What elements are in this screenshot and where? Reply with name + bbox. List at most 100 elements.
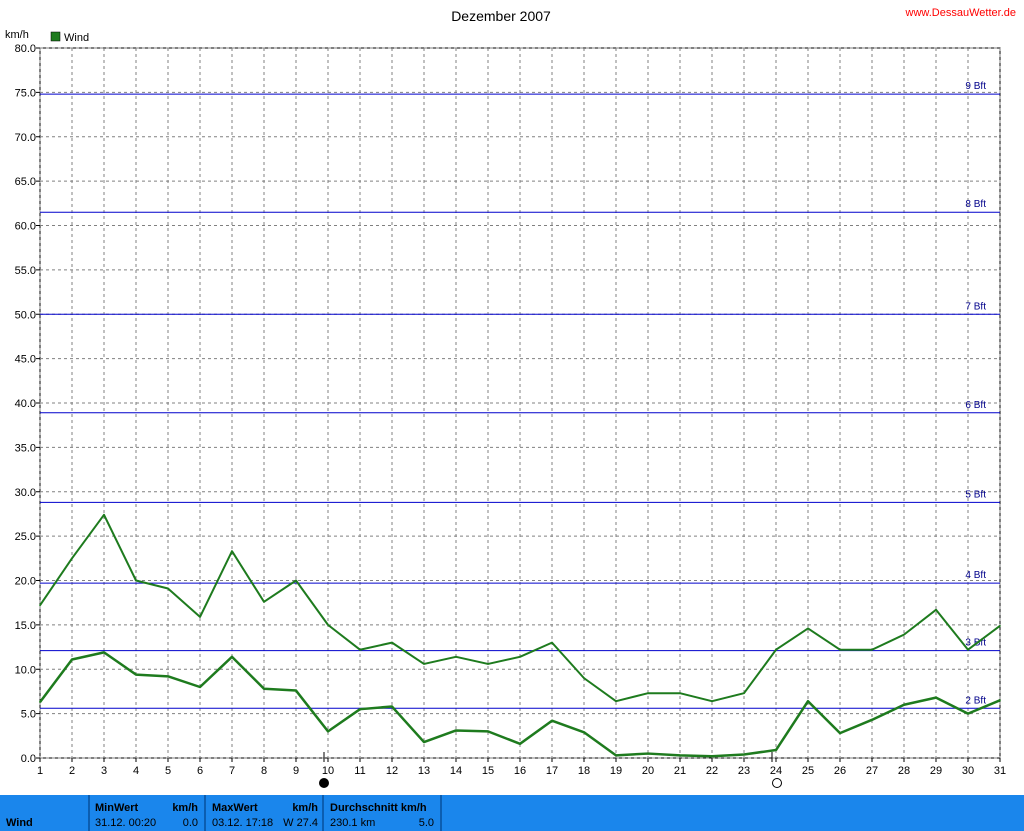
x-tick-label: 21: [674, 765, 686, 777]
data-point: [71, 557, 73, 560]
beaufort-label: 6 Bft: [965, 400, 986, 411]
data-point: [391, 705, 393, 708]
y-tick-label: 65.0: [15, 176, 36, 188]
data-point: [519, 656, 521, 658]
footer-label-cell: Wind: [0, 795, 88, 831]
data-point: [71, 658, 73, 661]
source-link[interactable]: www.DessauWetter.de: [905, 7, 1016, 19]
data-point: [935, 608, 937, 611]
x-tick-label: 3: [101, 765, 107, 777]
y-tick-label: 40.0: [15, 398, 36, 410]
data-point: [551, 719, 553, 722]
max-cell: MaxWert km/h 03.12. 17:18 W 27.4: [206, 795, 322, 831]
data-point: [455, 656, 457, 658]
data-point: [327, 624, 329, 626]
beaufort-label: 7 Bft: [965, 301, 986, 312]
min-time: 31.12. 00:20: [95, 817, 157, 829]
stats-footer: Wind MinWert km/h 31.12. 00:20 0.0 MaxWe…: [0, 795, 1024, 831]
data-point: [679, 754, 681, 757]
data-point: [103, 514, 105, 516]
min-cell: MinWert km/h 31.12. 00:20 0.0: [90, 795, 204, 831]
data-point: [999, 624, 1001, 627]
x-tick-label: 8: [261, 765, 267, 777]
data-point: [295, 689, 297, 692]
data-point: [775, 749, 777, 751]
x-tick-label: 22: [706, 765, 718, 777]
data-point: [263, 601, 265, 603]
x-tick-label: 1: [37, 765, 43, 777]
data-point: [391, 641, 393, 644]
avg-value: 5.0: [418, 817, 434, 829]
data-point: [423, 663, 425, 665]
data-point: [935, 696, 937, 699]
legend-swatch: [50, 31, 61, 42]
data-point: [711, 755, 713, 758]
data-point: [615, 754, 617, 757]
footer-separator: [440, 795, 442, 831]
data-point: [519, 743, 521, 745]
y-tick-label: 35.0: [15, 442, 36, 454]
data-point: [103, 651, 105, 654]
chart-title: Dezember 2007: [451, 8, 551, 24]
data-point: [711, 700, 713, 702]
data-point: [967, 712, 969, 715]
x-tick-label: 4: [133, 765, 139, 777]
x-tick-label: 2: [69, 765, 75, 777]
x-tick-label: 9: [293, 765, 299, 777]
data-point: [231, 550, 233, 553]
y-tick-label: 55.0: [15, 265, 36, 277]
data-point: [647, 752, 649, 755]
x-tick-label: 5: [165, 765, 171, 777]
x-tick-label: 16: [514, 765, 526, 777]
data-point: [231, 656, 233, 658]
data-point: [583, 731, 585, 734]
beaufort-label: 2 Bft: [965, 695, 986, 706]
x-tick-label: 28: [898, 765, 910, 777]
footer-series-label: Wind: [6, 817, 33, 829]
data-point: [423, 741, 425, 743]
data-point: [487, 730, 489, 733]
data-point: [263, 687, 265, 690]
data-point: [743, 692, 745, 695]
wind-chart: Dezember 2007 www.DessauWetter.de km/h W…: [5, 7, 1016, 788]
y-tick-label: 5.0: [21, 709, 36, 721]
y-tick-label: 45.0: [15, 354, 36, 366]
min-unit: km/h: [172, 802, 198, 814]
data-point: [807, 700, 809, 702]
max-value: W 27.4: [283, 817, 318, 829]
x-tick-label: 11: [354, 765, 365, 777]
x-tick-label: 10: [322, 765, 334, 777]
data-point: [327, 730, 329, 733]
x-tick-label: 15: [482, 765, 494, 777]
min-header: MinWert: [95, 802, 139, 814]
beaufort-label: 5 Bft: [965, 489, 986, 500]
data-point: [775, 648, 777, 651]
y-axis: 0.0 5.0 10.0 15.0 20.0 25.0 30.0 35.0 40.0 45.0 50…: [15, 43, 40, 765]
x-tick-label: 18: [578, 765, 590, 777]
y-tick-label: 70.0: [15, 132, 36, 144]
new-moon-icon: [319, 778, 329, 788]
x-tick-label: 13: [418, 765, 430, 777]
y-tick-label: 75.0: [15, 87, 36, 99]
x-tick-label: 24: [770, 765, 782, 777]
data-point: [999, 699, 1001, 702]
y-tick-label: 20.0: [15, 576, 36, 588]
data-point: [167, 675, 169, 678]
y-tick-label: 50.0: [15, 309, 36, 321]
data-point: [551, 641, 553, 644]
x-tick-label: 29: [930, 765, 942, 777]
y-tick-label: 0.0: [21, 753, 36, 765]
data-point: [359, 648, 361, 651]
data-point: [135, 673, 137, 676]
y-tick-label: 30.0: [15, 487, 36, 499]
x-tick-label: 26: [834, 765, 846, 777]
x-tick-label: 17: [546, 765, 558, 777]
data-point: [583, 677, 585, 679]
y-tick-label: 80.0: [15, 43, 36, 55]
data-point: [39, 604, 41, 607]
x-tick-label: 19: [610, 765, 622, 777]
avg-cell: Durchschnitt km/h 230.1 km 5.0: [324, 795, 440, 831]
data-point: [903, 703, 905, 706]
full-moon-icon: [772, 778, 782, 788]
beaufort-label: 8 Bft: [965, 199, 986, 210]
